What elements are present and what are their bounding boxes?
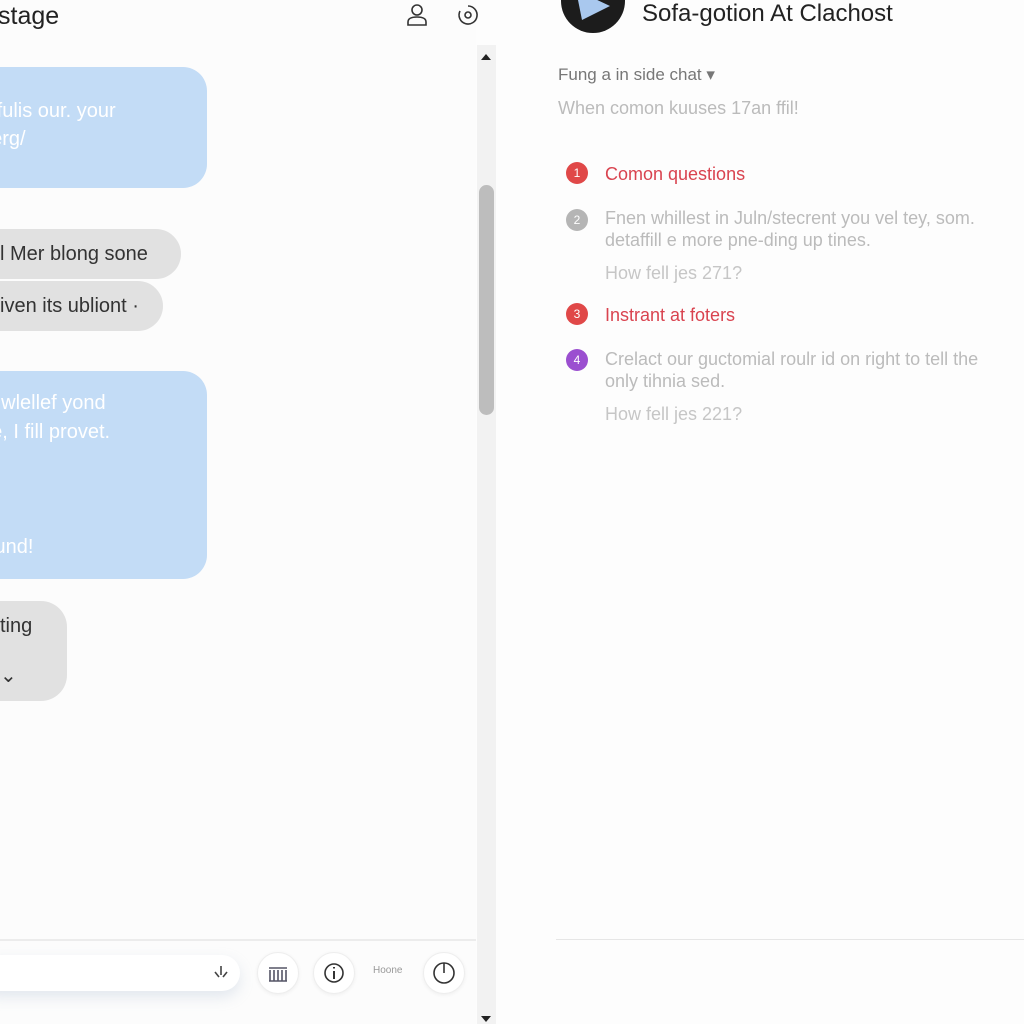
info-panel: [540, 0, 1024, 1024]
received-message: l Mer blong sone: [0, 229, 181, 279]
received-message: iven its ubliont ·: [0, 281, 163, 331]
scroll-down-icon[interactable]: [480, 1014, 492, 1024]
divider: [0, 939, 476, 941]
attachment-button[interactable]: [257, 952, 299, 994]
message-line: nife, I fill provet.: [0, 421, 111, 443]
divider: [556, 939, 1024, 940]
panel-subtitle: When comon kuuses 17an ffil!: [558, 98, 799, 118]
message-line: etl fulis our. your: [0, 100, 116, 122]
item-text: Crelact our guctomial roulr id on right …: [605, 349, 979, 369]
number-badge: 4: [566, 349, 588, 371]
chat-panel: stage etl fulis our. your etierg/ l Mer …: [0, 0, 478, 1024]
sent-message: ive wlellef yond nife, I fill provet. Po…: [0, 371, 207, 579]
refresh-icon[interactable]: [455, 2, 481, 28]
message-line: Pound!: [0, 536, 34, 558]
item-question[interactable]: How fell jes 221?: [605, 403, 742, 425]
chat-title: stage: [0, 2, 60, 30]
send-icon[interactable]: [211, 963, 231, 983]
info-icon: [324, 963, 344, 983]
item-text: Fnen whillest in Juln/stecrent you vel t…: [605, 208, 975, 228]
gallery-icon: [269, 967, 287, 982]
received-message[interactable]: ting ⌄: [0, 601, 67, 701]
chat-dropdown[interactable]: Fung a in side chat ▾: [558, 65, 715, 85]
scroll-up-icon[interactable]: [480, 52, 492, 62]
section-heading[interactable]: Comon questions: [605, 163, 745, 185]
item-text: detaffill e more pne-ding up tines.: [605, 230, 871, 250]
toolbar-label: Hoone: [373, 965, 403, 976]
scrollbar-thumb[interactable]: [479, 185, 494, 415]
number-badge: 3: [566, 303, 588, 325]
message-input[interactable]: [0, 955, 240, 991]
logo-icon: [561, 0, 625, 33]
item-text: only tihnia sed.: [605, 371, 726, 391]
panel-title: Sofa-gotion At Clachost: [642, 0, 893, 27]
sent-message: etl fulis our. your etierg/: [0, 67, 207, 188]
timer-button[interactable]: [423, 952, 465, 994]
number-badge: 2: [566, 209, 588, 231]
number-badge: 1: [566, 162, 588, 184]
info-button[interactable]: [313, 952, 355, 994]
section-heading[interactable]: Instrant at foters: [605, 304, 735, 326]
message-line: etierg/: [0, 128, 26, 150]
item-question[interactable]: How fell jes 271?: [605, 262, 742, 284]
timer-icon: [433, 962, 455, 984]
user-icon[interactable]: [404, 2, 430, 28]
message-line: ive wlellef yond: [0, 392, 106, 414]
